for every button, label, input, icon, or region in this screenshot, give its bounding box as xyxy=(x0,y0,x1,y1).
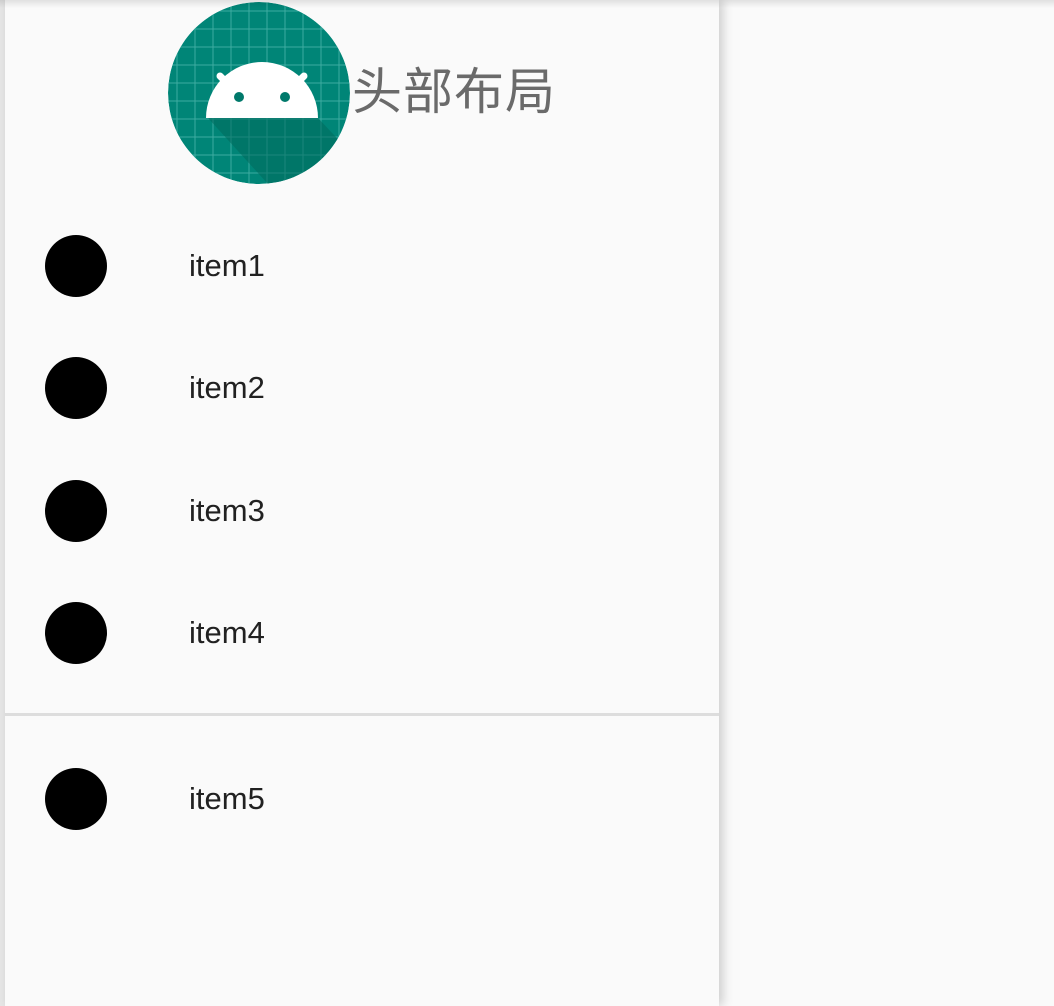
menu-item-3[interactable]: item3 xyxy=(5,450,719,572)
status-bar-shadow xyxy=(0,0,1054,8)
menu-item-label: item5 xyxy=(189,781,265,816)
dot-icon xyxy=(45,768,107,830)
drawer-header: 头部布局 xyxy=(5,0,719,186)
menu-item-label: item2 xyxy=(189,370,265,405)
dot-icon xyxy=(45,602,107,664)
menu-item-label: item1 xyxy=(189,248,265,283)
android-avatar-icon[interactable] xyxy=(168,2,350,184)
menu-item-1[interactable]: item1 xyxy=(5,205,719,327)
dot-icon xyxy=(45,235,107,297)
screen: 头部布局 item1 item2 item3 item4 item5 xyxy=(0,0,1054,1006)
menu-item-5[interactable]: item5 xyxy=(5,738,719,860)
header-title: 头部布局 xyxy=(352,63,556,121)
navigation-drawer: 头部布局 item1 item2 item3 item4 item5 xyxy=(5,0,719,1006)
menu-item-label: item4 xyxy=(189,615,265,650)
menu-item-label: item3 xyxy=(189,493,265,528)
dot-icon xyxy=(45,480,107,542)
menu-divider xyxy=(5,713,719,716)
menu-item-2[interactable]: item2 xyxy=(5,327,719,449)
dot-icon xyxy=(45,357,107,419)
menu-item-4[interactable]: item4 xyxy=(5,572,719,694)
